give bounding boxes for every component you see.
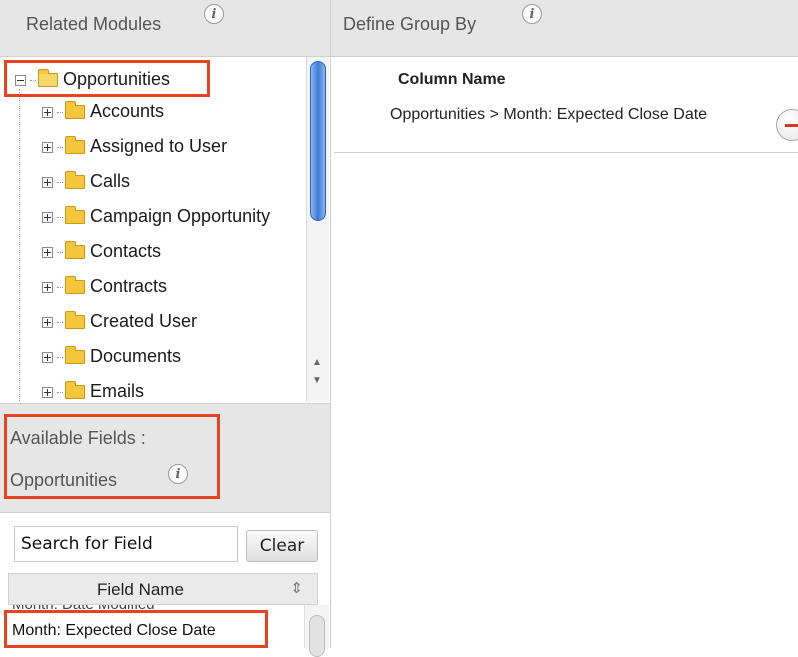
folder-icon: [65, 206, 85, 225]
field-name-column-header[interactable]: Field Name ⇕: [8, 573, 318, 605]
tree-item-label: Assigned to User: [90, 136, 228, 156]
tree-item-assigned-to-user[interactable]: Assigned to User: [42, 134, 227, 158]
available-fields-module: Opportunities: [10, 470, 118, 490]
folder-icon: [65, 311, 85, 330]
expand-icon[interactable]: [42, 246, 53, 258]
tree-item-label: Contacts: [90, 241, 162, 261]
sort-icon[interactable]: ⇕: [290, 579, 303, 597]
tree-scrollbar[interactable]: ▲ ▼: [306, 57, 329, 402]
available-fields-label: Available Fields :: [10, 428, 146, 448]
tree-item-contacts[interactable]: Contacts: [42, 239, 161, 263]
expand-icon[interactable]: [42, 176, 53, 188]
define-group-by-title: Define Group By: [343, 14, 477, 34]
folder-icon: [65, 241, 85, 260]
folder-open-icon: [38, 69, 58, 88]
related-modules-title: Related Modules: [26, 14, 162, 34]
tree-root-opportunities[interactable]: Opportunities: [15, 67, 170, 91]
scroll-up-arrow-icon[interactable]: ▲: [312, 357, 322, 368]
tree-item-emails[interactable]: Emails: [42, 379, 144, 402]
list-item[interactable]: Month: Expected Close Date: [12, 622, 216, 640]
tree-item-label: Contracts: [90, 276, 168, 296]
tree-guide-line: [19, 89, 20, 402]
tree-item-created-user[interactable]: Created User: [42, 309, 197, 333]
expand-icon[interactable]: [42, 351, 53, 363]
list-item[interactable]: Month: Date Modified: [12, 605, 155, 613]
tree-item-accounts[interactable]: Accounts: [42, 99, 164, 123]
scroll-down-arrow-icon[interactable]: ▼: [312, 375, 322, 386]
tree-scrollbar-thumb[interactable]: [310, 61, 326, 221]
field-list-scrollbar[interactable]: [304, 605, 329, 657]
info-icon[interactable]: i: [204, 4, 224, 24]
column-name-header: Column Name: [398, 71, 506, 88]
tree-item-label: Documents: [90, 346, 182, 366]
remove-icon[interactable]: [776, 109, 798, 141]
tree-root-label: Opportunities: [63, 69, 171, 89]
module-tree: Opportunities Accounts Assigned to User …: [0, 57, 310, 402]
left-panel: Related Modules i Opportunities Accounts…: [0, 0, 331, 657]
field-list-scrollbar-thumb[interactable]: [309, 615, 325, 657]
field-list: Month: Date Modified Month: Expected Clo…: [8, 605, 304, 648]
define-group-by-header: Define Group By i: [331, 0, 798, 57]
group-by-list: Column Name Opportunities > Month: Expec…: [334, 57, 798, 153]
tree-item-label: Created User: [90, 311, 198, 331]
search-field-input[interactable]: [14, 526, 238, 562]
tree-item-campaign-opportunity[interactable]: Campaign Opportunity: [42, 204, 270, 228]
tree-item-label: Campaign Opportunity: [90, 206, 271, 226]
available-fields-header: Available Fields : Opportunities i: [0, 403, 330, 513]
group-by-field: Opportunities > Month: Expected Close Da…: [390, 106, 708, 123]
info-icon[interactable]: i: [168, 464, 188, 484]
expand-icon[interactable]: [42, 106, 53, 118]
tree-item-documents[interactable]: Documents: [42, 344, 181, 368]
folder-icon: [65, 136, 85, 155]
expand-icon[interactable]: [42, 211, 53, 223]
info-icon[interactable]: i: [522, 4, 542, 24]
folder-icon: [65, 171, 85, 190]
related-modules-header: Related Modules i: [0, 0, 330, 57]
field-name-header-label: Field Name: [97, 580, 184, 599]
folder-icon: [65, 276, 85, 295]
expand-icon[interactable]: [42, 386, 53, 398]
expand-icon[interactable]: [42, 141, 53, 153]
tree-item-label: Emails: [90, 381, 145, 401]
folder-icon: [65, 101, 85, 120]
expand-icon[interactable]: [42, 316, 53, 328]
collapse-icon[interactable]: [15, 74, 26, 86]
tree-item-label: Accounts: [90, 101, 165, 121]
expand-icon[interactable]: [42, 281, 53, 293]
clear-button[interactable]: Clear: [246, 530, 318, 562]
tree-item-calls[interactable]: Calls: [42, 169, 130, 193]
tree-item-contracts[interactable]: Contracts: [42, 274, 167, 298]
folder-icon: [65, 346, 85, 365]
tree-item-label: Calls: [90, 171, 131, 191]
folder-icon: [65, 381, 85, 400]
